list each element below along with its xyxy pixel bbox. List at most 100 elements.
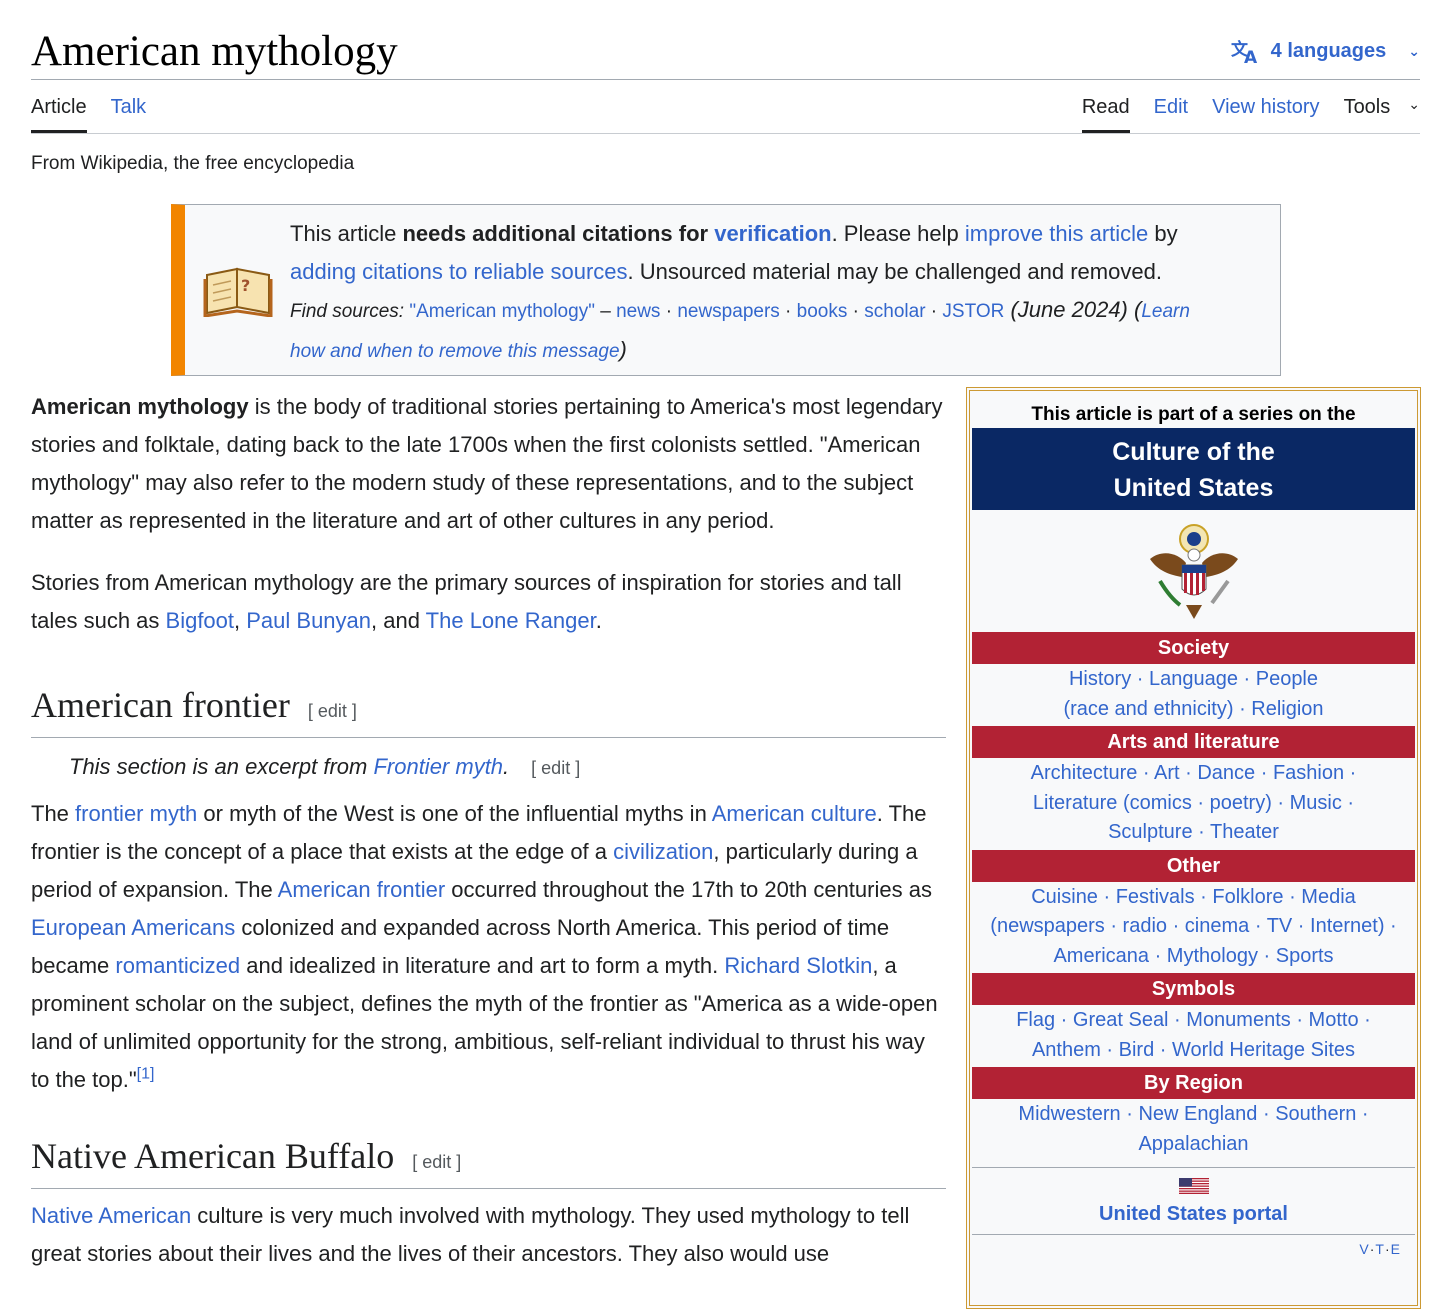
- sidebar-link-row[interactable]: Americana · Mythology · Sports: [980, 942, 1407, 972]
- european-americans-link[interactable]: European Americans: [31, 915, 235, 940]
- find-news-link[interactable]: news: [616, 301, 660, 322]
- sidebar-link-row[interactable]: Appalachian: [980, 1130, 1407, 1160]
- sidebar-pretitle: This article is part of a series on the: [1031, 404, 1356, 425]
- vte-links: V·T·E: [1359, 1241, 1401, 1257]
- tab-article[interactable]: Article: [31, 96, 87, 133]
- section-edit-link[interactable]: [ edit ]: [412, 1152, 461, 1172]
- sidebar-link-row[interactable]: Sculpture · Theater: [980, 818, 1407, 848]
- improve-article-link[interactable]: improve this article: [965, 221, 1148, 246]
- tab-edit[interactable]: Edit: [1154, 96, 1188, 133]
- heading-text: American frontier: [31, 685, 290, 725]
- sidebar-link-row[interactable]: History · Language · People: [980, 665, 1407, 695]
- lone-ranger-link[interactable]: The Lone Ranger: [426, 608, 596, 633]
- buffalo-paragraph: Native American culture is very much inv…: [31, 1197, 946, 1273]
- svg-text:?: ?: [241, 276, 250, 295]
- chevron-down-icon: ⌄: [1408, 42, 1420, 59]
- intro-text: .: [595, 608, 602, 633]
- excerpt-edit-link[interactable]: [ edit ]: [531, 758, 580, 778]
- learn-link[interactable]: Learn: [1141, 301, 1190, 322]
- site-tagline: From Wikipedia, the free encyclopedia: [31, 153, 355, 174]
- series-sidebar: This article is part of a series on the …: [966, 387, 1421, 1309]
- portal-box: United States portal: [972, 1167, 1415, 1235]
- tools-menu[interactable]: Tools ⌄: [1344, 96, 1420, 133]
- reference-link[interactable]: [1]: [137, 1066, 155, 1083]
- languages-label: 4 languages: [1270, 39, 1387, 62]
- sidebar-section-society: Society History · Language · People (rac…: [972, 632, 1415, 726]
- adding-citations-link[interactable]: adding citations to reliable sources: [290, 259, 628, 284]
- tab-view-history[interactable]: View history: [1212, 96, 1319, 133]
- sidebar-section-symbols: Symbols Flag · Great Seal · Monuments · …: [972, 973, 1415, 1067]
- text: and idealized in literature and art to f…: [240, 953, 725, 979]
- tab-read[interactable]: Read: [1081, 96, 1130, 133]
- section-edit-link[interactable]: [ edit ]: [308, 701, 357, 721]
- sidebar-links: History · Language · People (race and et…: [972, 664, 1415, 726]
- paul-bunyan-link[interactable]: Paul Bunyan: [246, 608, 371, 633]
- chevron-down-icon: ⌄: [1408, 96, 1420, 112]
- bigfoot-link[interactable]: Bigfoot: [166, 608, 235, 633]
- intro-paragraph-1: American mythology is the body of tradit…: [31, 388, 946, 540]
- sidebar-image[interactable]: [972, 510, 1415, 632]
- find-query-link[interactable]: "American mythology": [409, 301, 595, 322]
- hatnote-text: This section is an excerpt from: [69, 754, 374, 780]
- sidebar-link-row[interactable]: Midwestern · New England · Southern ·: [980, 1100, 1407, 1130]
- heading-text: Native American Buffalo: [31, 1136, 395, 1177]
- intro-bold: American mythology: [31, 394, 249, 419]
- learn-link-2[interactable]: how and when to remove this message: [290, 341, 620, 362]
- american-frontier-link[interactable]: American frontier: [278, 877, 446, 902]
- sidebar-heading: Symbols: [972, 973, 1415, 1005]
- svg-text:A: A: [1244, 48, 1258, 64]
- notice-text-part: . Unsourced material may be challenged a…: [627, 259, 1162, 284]
- notice-date: (June 2024): [1010, 297, 1128, 322]
- native-american-link[interactable]: Native American: [31, 1203, 191, 1228]
- sidebar-link-row[interactable]: Architecture · Art · Dance · Fashion ·: [980, 759, 1407, 789]
- namespace-tabs: Article Talk: [31, 96, 146, 133]
- romanticized-link[interactable]: romanticized: [115, 953, 240, 978]
- edit-template-link[interactable]: E: [1391, 1241, 1401, 1257]
- sidebar-heading: By Region: [972, 1067, 1415, 1099]
- hatnote-text: .: [503, 754, 510, 780]
- sidebar-links: Midwestern · New England · Southern · Ap…: [972, 1099, 1415, 1161]
- sidebar-link-row[interactable]: Cuisine · Festivals · Folklore · Media: [980, 883, 1407, 913]
- us-flag-icon[interactable]: [1178, 1178, 1209, 1194]
- american-culture-link[interactable]: American culture: [712, 801, 877, 826]
- citation-notice: ? This article needs additional citation…: [171, 204, 1281, 376]
- sidebar-link-row[interactable]: (newspapers · radio · cinema · TV · Inte…: [980, 912, 1407, 942]
- frontier-myth-link[interactable]: Frontier myth: [373, 754, 503, 779]
- tabs-divider: [31, 133, 1420, 134]
- sidebar-section-other: Other Cuisine · Festivals · Folklore · M…: [972, 849, 1415, 974]
- find-jstor-link[interactable]: JSTOR: [942, 301, 1004, 322]
- intro-text: ,: [234, 608, 247, 633]
- view-template-link[interactable]: V: [1359, 1241, 1369, 1257]
- verification-link[interactable]: verification: [714, 221, 831, 246]
- intro-paragraph-2: Stories from American mythology are the …: [31, 564, 946, 640]
- sidebar-heading: Society: [972, 632, 1415, 664]
- sidebar-heading: Other: [972, 849, 1415, 882]
- sidebar-link-row[interactable]: Anthem · Bird · World Heritage Sites: [980, 1036, 1407, 1066]
- us-portal-link[interactable]: United States portal: [972, 1203, 1415, 1226]
- find-newspapers-link[interactable]: newspapers: [677, 301, 779, 322]
- civilization-link[interactable]: civilization: [613, 839, 713, 864]
- sidebar-title[interactable]: Culture of the United States: [972, 428, 1415, 510]
- richard-slotkin-link[interactable]: Richard Slotkin: [724, 953, 872, 978]
- text: occurred throughout the 17th to 20th cen…: [445, 877, 932, 903]
- talk-template-link[interactable]: T: [1375, 1241, 1385, 1257]
- sidebar-link-row[interactable]: Literature (comics · poetry) · Music ·: [980, 789, 1407, 819]
- excerpt-hatnote: This section is an excerpt from Frontier…: [31, 748, 946, 787]
- notice-text-part: by: [1148, 221, 1178, 246]
- sidebar-title-line1: Culture of the: [1112, 438, 1275, 466]
- sidebar-link-row[interactable]: (race and ethnicity) · Religion: [980, 695, 1407, 725]
- find-scholar-link[interactable]: scholar: [864, 301, 925, 322]
- text: The: [31, 801, 76, 827]
- notice-text-part: This article: [290, 221, 403, 246]
- language-selector[interactable]: 文 A 4 languages ⌄: [1231, 38, 1420, 64]
- tab-talk[interactable]: Talk: [111, 96, 147, 133]
- notice-text-part: . Please help: [831, 221, 965, 246]
- notice-text: This article needs additional citations …: [290, 221, 1190, 362]
- section-heading-frontier: American frontier [ edit ]: [31, 684, 946, 739]
- sidebar-link-row[interactable]: Flag · Great Seal · Monuments · Motto ·: [980, 1006, 1407, 1036]
- tools-label: Tools: [1343, 96, 1391, 118]
- article-body: American mythology is the body of tradit…: [31, 388, 946, 1297]
- frontier-myth-inline-link[interactable]: frontier myth: [75, 801, 197, 826]
- find-books-link[interactable]: books: [797, 301, 848, 322]
- translate-icon: 文 A: [1231, 39, 1258, 64]
